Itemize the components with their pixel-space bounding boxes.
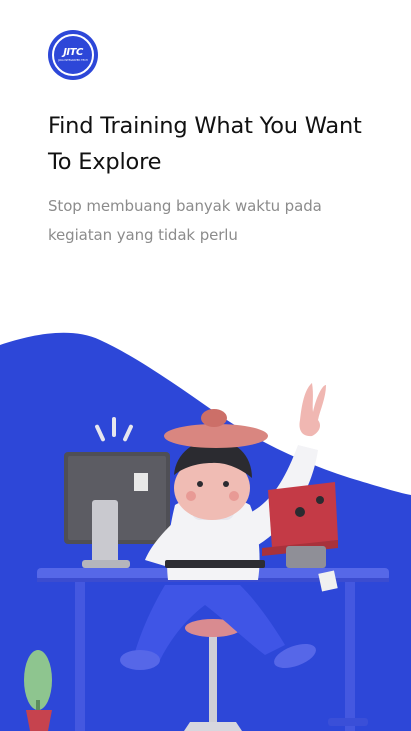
person-hand-peace — [299, 383, 326, 437]
desk-leg-left — [75, 578, 85, 731]
person-cheek-left — [186, 491, 196, 501]
desk-leg-right — [345, 578, 355, 731]
laptop-sticker — [295, 507, 305, 517]
keyboard — [165, 560, 265, 568]
chair-base — [184, 722, 242, 731]
person-hat-crown — [201, 409, 227, 427]
sparkle-line — [112, 417, 116, 437]
person-hat-brim — [164, 424, 268, 448]
plant-pot — [26, 710, 52, 731]
monitor-stand — [92, 500, 118, 566]
desk-foot-right — [328, 718, 368, 726]
person-at-desk-illustration — [0, 332, 411, 731]
person-shoe-left — [120, 650, 160, 670]
person-cheek-right — [229, 491, 239, 501]
chair-stem — [209, 632, 217, 722]
monitor-base — [82, 560, 130, 568]
person-eye-right — [223, 481, 229, 487]
person-eye-left — [197, 481, 203, 487]
laptop-sticker — [316, 496, 324, 504]
laptop-stand — [286, 546, 326, 568]
monitor-sticky-note — [134, 473, 148, 491]
